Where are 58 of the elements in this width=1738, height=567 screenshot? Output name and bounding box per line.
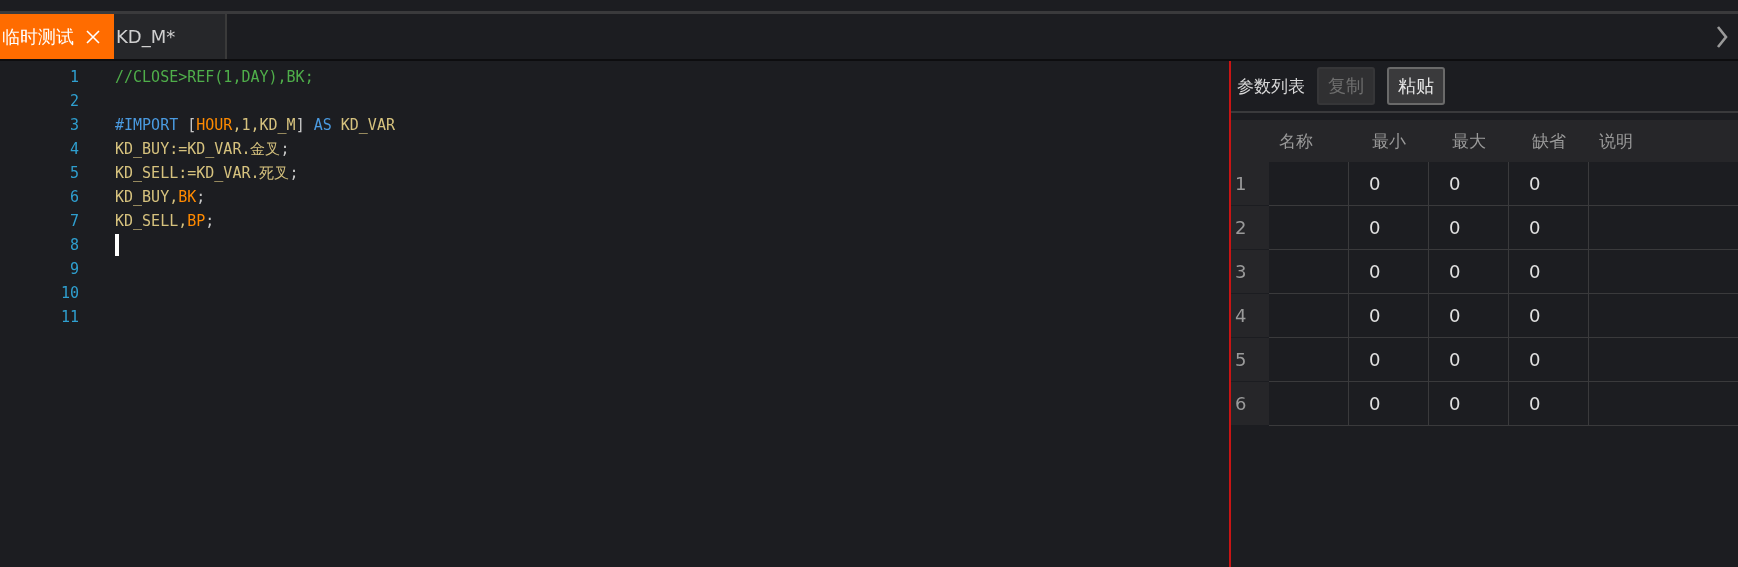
panel-title: 参数列表 xyxy=(1237,74,1305,98)
row-number: 2 xyxy=(1231,206,1269,250)
chevron-right-icon[interactable] xyxy=(1716,25,1728,48)
table-cell[interactable]: 0 xyxy=(1349,206,1429,250)
table-cell[interactable]: 0 xyxy=(1349,382,1429,426)
line-number: 3 xyxy=(68,116,79,134)
line-number: 9 xyxy=(68,260,79,278)
table-cell[interactable] xyxy=(1269,382,1349,426)
row-number: 5 xyxy=(1231,338,1269,382)
line-number: 6 xyxy=(68,188,79,206)
table-cell[interactable]: 0 xyxy=(1429,162,1509,206)
code-line: //CLOSE>REF(1,DAY),BK; xyxy=(115,68,314,86)
table-cell[interactable]: 0 xyxy=(1429,294,1509,338)
table-cell[interactable]: 0 xyxy=(1509,382,1589,426)
table-cell[interactable]: 0 xyxy=(1429,338,1509,382)
table-cell[interactable]: 0 xyxy=(1349,162,1429,206)
row-number: 4 xyxy=(1231,294,1269,338)
line-number: 11 xyxy=(59,308,79,326)
line-number: 4 xyxy=(68,140,79,158)
table-cell[interactable]: 0 xyxy=(1509,294,1589,338)
line-number: 2 xyxy=(68,92,79,110)
code-line: KD_SELL:=KD_VAR.死叉; xyxy=(115,163,299,183)
column-header: 名称 xyxy=(1278,129,1314,153)
close-icon[interactable] xyxy=(86,29,100,44)
row-number: 3 xyxy=(1231,250,1269,294)
text-cursor xyxy=(115,234,119,256)
row-number: 6 xyxy=(1231,382,1269,426)
editor-tab[interactable]: KD_M* xyxy=(114,14,227,59)
column-header: 说明 xyxy=(1598,129,1634,153)
table-cell[interactable] xyxy=(1269,250,1349,294)
line-number: 1 xyxy=(68,68,79,86)
table-cell[interactable]: 0 xyxy=(1509,206,1589,250)
table-cell[interactable]: 0 xyxy=(1509,338,1589,382)
row-number: 1 xyxy=(1231,162,1269,206)
column-header: 缺省 xyxy=(1531,129,1567,153)
table-cell[interactable]: 0 xyxy=(1429,382,1509,426)
code-line: KD_BUY:=KD_VAR.金叉; xyxy=(115,139,290,159)
line-number: 10 xyxy=(59,284,79,302)
table-cell[interactable] xyxy=(1269,162,1349,206)
table-cell[interactable]: 0 xyxy=(1349,294,1429,338)
table-cell[interactable] xyxy=(1269,338,1349,382)
table-cell[interactable]: 0 xyxy=(1429,206,1509,250)
line-number: 5 xyxy=(68,164,79,182)
column-header: 最大 xyxy=(1451,129,1487,153)
table-cell[interactable]: 0 xyxy=(1349,250,1429,294)
code-line: KD_BUY,BK; xyxy=(115,188,206,206)
code-line: KD_SELL,BP; xyxy=(115,212,215,230)
table-cell[interactable]: 0 xyxy=(1509,250,1589,294)
column-header: 最小 xyxy=(1371,129,1407,153)
line-number: 7 xyxy=(68,212,79,230)
table-cell[interactable] xyxy=(1269,206,1349,250)
panel-button[interactable]: 粘贴 xyxy=(1387,67,1445,105)
table-cell[interactable]: 0 xyxy=(1349,338,1429,382)
code-line: #IMPORT [HOUR,1,KD_M] AS KD_VAR xyxy=(115,116,395,134)
table-cell[interactable]: 0 xyxy=(1509,162,1589,206)
line-number: 8 xyxy=(68,236,79,254)
table-cell[interactable]: 0 xyxy=(1429,250,1509,294)
table-cell[interactable] xyxy=(1269,294,1349,338)
